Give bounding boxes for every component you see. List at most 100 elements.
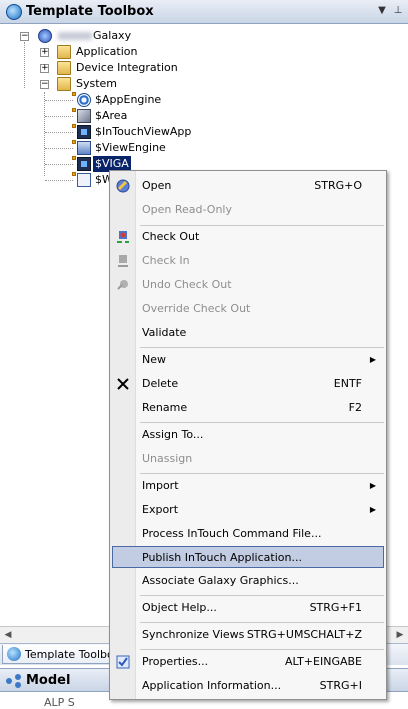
menu-item-shortcut: STRG+UMSCHALT+Z: [246, 628, 362, 641]
galaxy-logo-icon: [6, 4, 22, 20]
template-marker-icon: [72, 156, 76, 160]
open-icon: [116, 179, 130, 193]
galaxy-logo-icon: [7, 647, 21, 661]
menu-item-delete[interactable]: Delete ENTF: [112, 373, 384, 395]
menu-item-open-readonly[interactable]: Open Read-Only: [112, 199, 384, 221]
tree-node-label: $InTouchViewApp: [95, 125, 192, 138]
dropdown-icon[interactable]: ▼: [376, 5, 388, 17]
template-marker-icon: [72, 140, 76, 144]
menu-item-label: Assign To...: [142, 428, 204, 441]
menu-item-open[interactable]: Open STRG+O: [112, 175, 384, 197]
expand-icon[interactable]: +: [40, 48, 49, 57]
submenu-arrow-icon: ▶: [369, 355, 376, 364]
collapse-icon[interactable]: −: [40, 80, 49, 89]
tree-node-label: System: [76, 77, 118, 90]
menu-item-shortcut: STRG+O: [314, 179, 362, 192]
menu-item-check-in[interactable]: Check In: [112, 250, 384, 272]
intouch-app-icon: [77, 157, 91, 171]
menu-separator: [140, 622, 384, 623]
galaxy-icon: [38, 29, 52, 43]
menu-item-label: Properties...: [142, 655, 209, 668]
menu-item-import[interactable]: Import ▶: [112, 475, 384, 497]
toolset-folder-icon: [57, 45, 71, 59]
tree-node-area[interactable]: $Area: [0, 108, 200, 124]
undo-check-out-icon: [117, 280, 128, 290]
properties-icon: [116, 655, 130, 669]
tree-node-galaxy[interactable]: − Galaxy: [0, 28, 200, 44]
tree-node-viewengine[interactable]: $ViewEngine: [0, 140, 200, 156]
model-icon: [6, 674, 22, 688]
menu-separator: [140, 595, 384, 596]
tree-node-appengine[interactable]: $AppEngine: [0, 92, 200, 108]
menu-item-label: Application Information...: [142, 679, 282, 692]
menu-item-label: Check In: [142, 254, 190, 267]
pin-icon[interactable]: ⊥: [392, 5, 404, 17]
menu-item-label: Publish InTouch Application...: [142, 551, 302, 564]
engine-icon: [77, 93, 91, 107]
toolset-folder-icon: [57, 61, 71, 75]
delete-icon: [117, 378, 129, 390]
redacted-name: [58, 32, 92, 40]
expand-icon[interactable]: +: [40, 64, 49, 73]
tree-node-intouchviewapp[interactable]: $InTouchViewApp: [0, 124, 200, 140]
menu-item-check-out[interactable]: Check Out: [112, 226, 384, 248]
menu-item-unassign[interactable]: Unassign: [112, 448, 384, 470]
menu-item-object-help[interactable]: Object Help... STRG+F1: [112, 597, 384, 619]
document-icon: [77, 173, 91, 187]
menu-item-shortcut: STRG+F1: [309, 601, 362, 614]
menu-item-label: Open Read-Only: [142, 203, 232, 216]
model-tree-node[interactable]: ALP S: [44, 696, 75, 709]
tree-node-label: Galaxy: [93, 29, 132, 42]
scroll-right-icon[interactable]: ▶: [394, 629, 406, 641]
menu-item-label: Import: [142, 479, 179, 492]
menu-item-synchronize-views[interactable]: Synchronize Views STRG+UMSCHALT+Z: [112, 624, 384, 646]
menu-item-override-check-out[interactable]: Override Check Out: [112, 298, 384, 320]
tab-template-toolbox[interactable]: Template Toolbo: [2, 645, 121, 664]
menu-item-application-information[interactable]: Application Information... STRG+I: [112, 675, 384, 697]
menu-item-validate[interactable]: Validate: [112, 322, 384, 344]
panel-title: Template Toolbox: [26, 4, 154, 19]
scroll-left-icon[interactable]: ◀: [2, 629, 14, 641]
menu-item-shortcut: ALT+EINGABE: [284, 655, 362, 668]
menu-item-assign-to[interactable]: Assign To...: [112, 424, 384, 446]
view-engine-icon: [77, 141, 91, 155]
area-icon: [77, 109, 91, 123]
menu-item-label: Synchronize Views: [142, 628, 245, 641]
menu-item-label: Validate: [142, 326, 187, 339]
tree-node-system[interactable]: − System: [0, 76, 200, 92]
model-title: Model: [26, 673, 71, 688]
menu-separator: [140, 422, 384, 423]
menu-item-label: Check Out: [142, 230, 200, 243]
menu-item-shortcut: STRG+I: [319, 679, 362, 692]
menu-item-label: Object Help...: [142, 601, 217, 614]
check-in-icon: [118, 255, 128, 267]
menu-item-undo-check-out[interactable]: Undo Check Out: [112, 274, 384, 296]
menu-separator: [140, 347, 384, 348]
toolset-folder-icon: [57, 77, 71, 91]
menu-item-label: Unassign: [142, 452, 193, 465]
tree-node-device-integration[interactable]: + Device Integration: [0, 60, 200, 76]
tree-node-label: Device Integration: [76, 61, 178, 74]
menu-item-associate-galaxy[interactable]: Associate Galaxy Graphics...: [112, 570, 384, 592]
check-out-icon: [117, 231, 129, 243]
tree-node-application[interactable]: + Application: [0, 44, 200, 60]
template-marker-icon: [72, 172, 76, 176]
menu-item-new[interactable]: New ▶: [112, 349, 384, 371]
menu-item-label: Override Check Out: [142, 302, 251, 315]
submenu-arrow-icon: ▶: [369, 505, 376, 514]
menu-item-label: Export: [142, 503, 179, 516]
menu-item-export[interactable]: Export ▶: [112, 499, 384, 521]
menu-item-properties[interactable]: Properties... ALT+EINGABE: [112, 651, 384, 673]
menu-item-publish-intouch[interactable]: Publish InTouch Application...: [112, 546, 384, 568]
collapse-icon[interactable]: −: [20, 32, 29, 41]
tree-node-w[interactable]: $W: [0, 172, 113, 188]
menu-item-label: Rename: [142, 401, 188, 414]
menu-separator: [140, 649, 384, 650]
menu-item-label: Delete: [142, 377, 179, 390]
intouch-app-icon: [77, 125, 91, 139]
menu-item-process-intouch[interactable]: Process InTouch Command File...: [112, 523, 384, 545]
menu-item-label: New: [142, 353, 166, 366]
menu-separator: [140, 473, 384, 474]
menu-item-rename[interactable]: Rename F2: [112, 397, 384, 419]
context-menu: Open STRG+O Open Read-Only Check Out Che…: [109, 170, 387, 700]
